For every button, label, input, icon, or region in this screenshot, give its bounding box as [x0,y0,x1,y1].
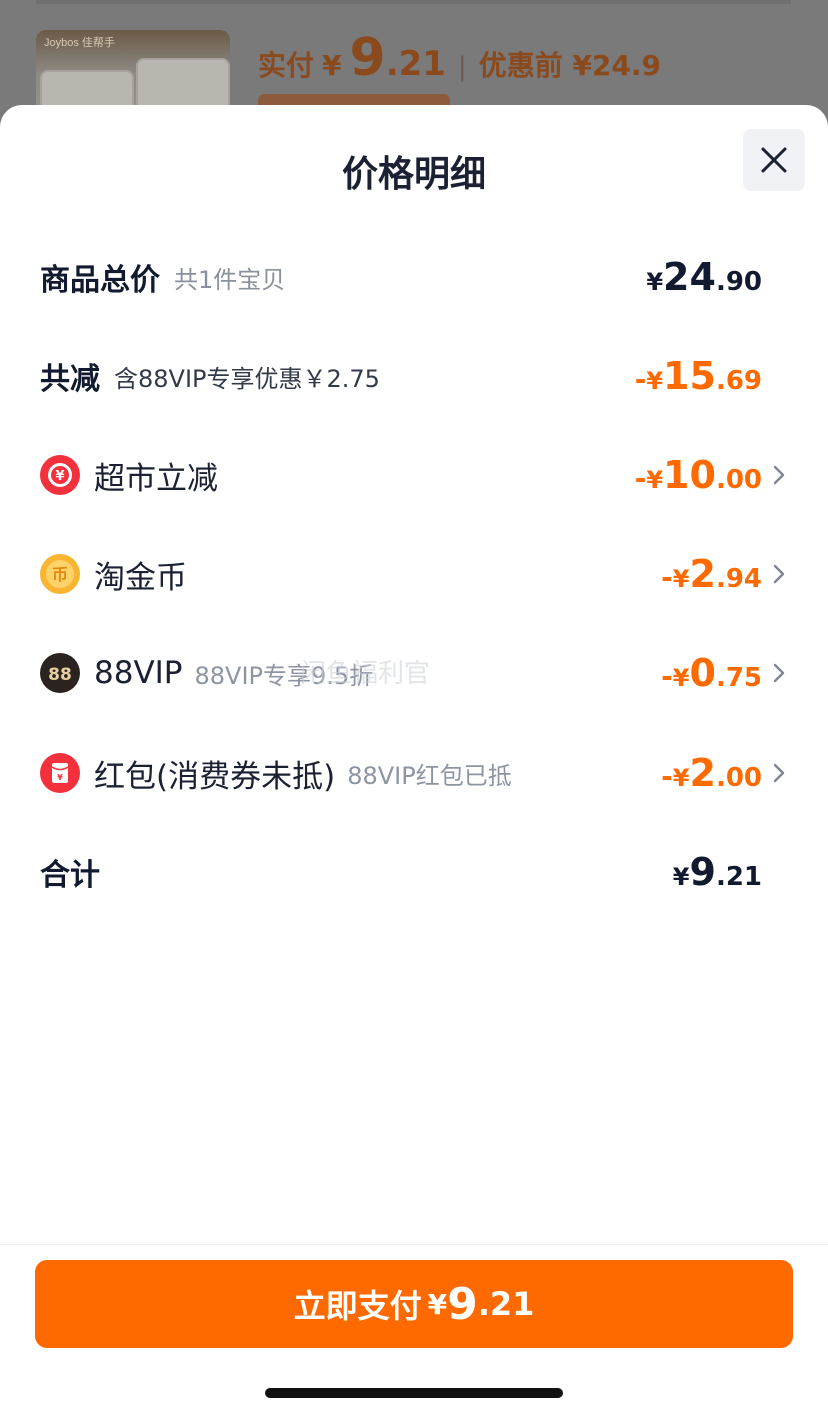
amount-yen: ¥ [646,367,664,395]
svg-text:88: 88 [48,665,72,685]
reduction-label: 共减 [40,362,100,397]
amount-dec: .69 [715,366,762,396]
amount-sign: - [634,462,647,495]
red-packet-amount: - ¥ 2 .00 [661,751,762,795]
amount-dec: .75 [715,663,762,693]
home-indicator[interactable] [265,1388,563,1398]
coin-glyph: 币 [42,556,78,592]
amount-int: 2 [689,751,716,795]
red-packet-glyph: ¥ [41,754,79,792]
paid-int: 9 [349,28,386,88]
goods-count: 共1件宝贝 [174,265,286,294]
pay-now-label: 立即支付 [293,1287,422,1325]
amount-dec: .90 [715,267,762,297]
row-tao-coins[interactable]: 币 淘金币 - ¥ 2 .94 [40,544,790,604]
88vip-label: 88VIP [94,655,183,691]
gold-coin-icon: 币 [40,554,80,594]
amount-sign: - [661,561,673,594]
pay-int: 9 [447,1278,478,1330]
goods-total-label: 商品总价 [40,263,160,298]
supermarket-discount-amount: - ¥ 10 .00 [635,453,762,497]
yen-badge-glyph: ¥ [48,463,72,487]
reduction-vip-note: 含88VIP专享优惠￥2.75 [114,364,380,393]
price-detail-sheet: 价格明细 商品总价 共1件宝贝 ¥ 24 .90 共减 含88VIP专享优惠￥2… [0,105,828,1413]
amount-yen: ¥ [672,764,690,792]
amount-sign: - [634,363,647,396]
supermarket-discount-icon: ¥ [40,455,80,495]
chevron-right-icon [768,662,790,684]
chevron-right-icon [768,762,790,784]
row-goods-total: 商品总价 共1件宝贝 ¥ 24 .90 [40,247,790,307]
paid-yen: ¥ [322,49,342,82]
amount-yen: ¥ [646,466,664,494]
chevron-right-icon [768,563,790,585]
svg-text:¥: ¥ [57,773,63,782]
chevron-right-icon [768,464,790,486]
amount-sign: - [661,760,673,793]
pay-yen: ¥ [427,1287,448,1321]
amount-yen: ¥ [672,664,690,692]
tao-coins-label: 淘金币 [94,559,187,596]
amount-int: 2 [689,552,716,596]
pay-dec: .21 [477,1285,535,1323]
88vip-amount: - ¥ 0 .75 [661,651,762,695]
product-brand-text: Joybos 佳帮手 [44,37,115,49]
amount-int: 0 [689,651,716,695]
amount-sign: - [661,660,673,693]
footer-divider [0,1244,828,1245]
amount-yen: ¥ [672,863,690,891]
amount-dec: .94 [715,564,762,594]
svg-text:¥: ¥ [55,469,64,484]
background-price-line: 实付 ¥ 9 .21 | 优惠前 ¥24.9 [258,28,661,98]
pay-now-button[interactable]: 立即支付 ¥ 9 .21 [35,1260,793,1348]
reduction-amount: - ¥ 15 .69 [635,354,762,398]
paid-dec: .21 [385,44,446,84]
amount-dec: .21 [715,862,762,892]
sheet-title: 价格明细 [341,154,486,195]
paid-label: 实付 [258,49,315,82]
row-red-packet[interactable]: ¥ 红包(消费券未抵) 88VIP红包已抵 - ¥ 2 .00 [40,743,790,803]
goods-total-amount: ¥ 24 .90 [646,255,762,299]
amount-dec: .00 [715,465,762,495]
watermark: 闲鱼福利官 [300,659,431,689]
amount-int: 10 [663,453,716,497]
amount-int: 9 [689,850,716,894]
row-sum: 合计 ¥ 9 .21 [40,842,790,902]
88vip-glyph: 88 [41,654,79,692]
red-packet-note: 88VIP红包已抵 [347,761,512,790]
background-divider [36,0,791,4]
red-packet-label: 红包(消费券未抵) [94,758,336,795]
row-total-reduction: 共减 含88VIP专享优惠￥2.75 - ¥ 15 .69 [40,346,790,406]
svg-text:币: 币 [52,565,68,584]
amount-int: 15 [663,354,716,398]
price-separator: | [457,52,467,82]
sum-amount: ¥ 9 .21 [673,850,762,894]
red-packet-icon: ¥ [40,753,80,793]
supermarket-discount-label: 超市立减 [94,460,218,497]
close-button[interactable] [743,129,805,191]
amount-dec: .00 [715,763,762,793]
close-icon [761,147,787,173]
amount-int: 24 [663,255,716,299]
sum-label: 合计 [40,858,100,893]
tao-coins-amount: - ¥ 2 .94 [661,552,762,596]
price-before-discount: 优惠前 ¥24.9 [478,49,662,82]
88vip-icon: 88 [40,653,80,693]
amount-yen: ¥ [646,268,664,296]
row-supermarket-discount[interactable]: ¥ 超市立减 - ¥ 10 .00 [40,445,790,505]
amount-yen: ¥ [672,565,690,593]
